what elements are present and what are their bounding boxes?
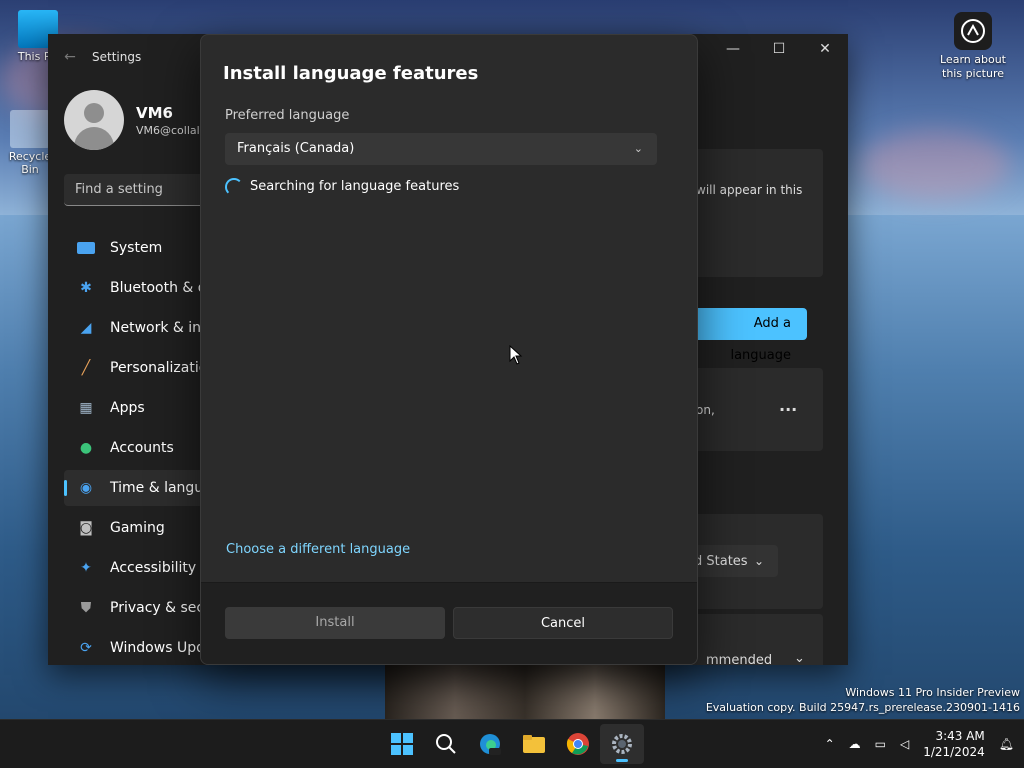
folder-icon bbox=[523, 735, 545, 753]
status-text: Searching for language features bbox=[250, 179, 460, 194]
edge-icon bbox=[480, 734, 501, 755]
sidebar-item-label: System bbox=[110, 240, 163, 256]
card-description: will appear in this bbox=[696, 183, 803, 197]
chevron-down-icon[interactable]: ⌄ bbox=[794, 651, 805, 665]
network-icon[interactable]: ▭ bbox=[875, 737, 886, 751]
bluetooth-icon: ✱ bbox=[80, 280, 92, 296]
recycle-bin-icon bbox=[10, 110, 50, 148]
choose-different-language-link[interactable]: Choose a different language bbox=[226, 542, 410, 557]
avatar bbox=[64, 90, 124, 150]
sidebar-item-label: Time & langua bbox=[110, 480, 212, 496]
install-language-dialog: Install language features Preferred lang… bbox=[200, 34, 698, 665]
notification-bell-icon[interactable]: 🔔︎ bbox=[999, 737, 1014, 751]
build-watermark: Windows 11 Pro Insider Preview Evaluatio… bbox=[706, 685, 1020, 715]
sidebar-item-label: Gaming bbox=[110, 520, 165, 536]
start-button[interactable] bbox=[380, 724, 424, 764]
loading-spinner-icon bbox=[225, 178, 243, 196]
search-icon bbox=[436, 734, 456, 754]
clock-date: 1/21/2024 bbox=[923, 745, 985, 759]
maximize-icon[interactable]: ☐ bbox=[756, 34, 802, 64]
sidebar-item-label: Windows Upda bbox=[110, 640, 214, 656]
user-name: VM6 bbox=[136, 103, 173, 122]
window-controls: — ☐ ✕ bbox=[710, 34, 848, 64]
sidebar-item-label: Accounts bbox=[110, 440, 174, 456]
taskbar: ⌃ ☁ ▭ ◁ 3:43 AM 1/21/2024 🔔︎ bbox=[0, 719, 1024, 768]
chrome-button[interactable] bbox=[556, 724, 600, 764]
dialog-title: Install language features bbox=[223, 63, 479, 84]
add-language-button[interactable]: Add a language bbox=[692, 308, 807, 363]
learn-about-picture[interactable]: Learn about this picture bbox=[938, 12, 1008, 81]
sidebar-item-label: Apps bbox=[110, 400, 145, 416]
cloud-offline-icon[interactable]: ☁ bbox=[849, 737, 861, 751]
search-button[interactable] bbox=[424, 724, 468, 764]
language-dropdown-value: Français (Canada) bbox=[237, 141, 355, 156]
wallpaper-cloud bbox=[860, 130, 1010, 200]
person-icon: ● bbox=[79, 440, 93, 456]
install-button[interactable]: Install bbox=[225, 607, 445, 639]
brush-icon: ╱ bbox=[81, 360, 91, 376]
windows-icon bbox=[391, 733, 413, 755]
user-profile[interactable]: VM6 VM6@collal bbox=[64, 90, 200, 150]
file-explorer-button[interactable] bbox=[512, 724, 556, 764]
apps-icon: ▦ bbox=[79, 400, 93, 416]
system-tray: ⌃ ☁ ▭ ◁ 3:43 AM 1/21/2024 🔔︎ bbox=[811, 720, 1014, 768]
monitor-icon bbox=[76, 239, 96, 257]
cancel-button[interactable]: Cancel bbox=[453, 607, 673, 639]
window-title: Settings bbox=[92, 50, 142, 64]
sidebar-item-label: Accessibility bbox=[110, 560, 197, 576]
wifi-icon: ◢ bbox=[80, 320, 92, 336]
volume-muted-icon[interactable]: ◁ bbox=[900, 737, 909, 751]
wallpaper-pier bbox=[385, 660, 665, 720]
minimize-icon[interactable]: — bbox=[710, 34, 756, 64]
user-email: VM6@collal bbox=[136, 123, 200, 137]
watermark-line-1: Windows 11 Pro Insider Preview bbox=[845, 686, 1020, 699]
settings-taskbar-button[interactable] bbox=[600, 724, 644, 764]
camera-icon bbox=[954, 12, 992, 50]
shield-icon: ⛊ bbox=[80, 600, 92, 616]
update-icon: ⟳ bbox=[80, 640, 92, 656]
chrome-icon bbox=[566, 733, 589, 755]
chevron-up-icon[interactable]: ⌃ bbox=[825, 737, 835, 751]
learn-line-1: Learn about bbox=[940, 53, 1006, 66]
close-icon[interactable]: ✕ bbox=[802, 34, 848, 64]
language-item-text: on, bbox=[696, 403, 715, 417]
language-dropdown[interactable]: Français (Canada) ⌄ bbox=[225, 133, 657, 165]
accessibility-icon: ✦ bbox=[80, 560, 92, 576]
preferred-language-label: Preferred language bbox=[225, 108, 350, 123]
format-value: mmended bbox=[706, 653, 773, 665]
gear-icon bbox=[612, 734, 632, 754]
clock-time: 3:43 AM bbox=[935, 729, 985, 743]
mouse-cursor-icon bbox=[509, 345, 523, 365]
globe-clock-icon: ◉ bbox=[79, 480, 93, 496]
back-arrow-icon[interactable]: ← bbox=[48, 49, 92, 65]
clock[interactable]: 3:43 AM 1/21/2024 bbox=[923, 728, 985, 760]
region-value: d States bbox=[694, 554, 748, 569]
more-options-icon[interactable]: ··· bbox=[779, 400, 797, 419]
learn-line-2: this picture bbox=[942, 67, 1004, 80]
chevron-down-icon: ⌄ bbox=[633, 142, 643, 155]
controller-icon: ◙ bbox=[79, 520, 93, 536]
edge-button[interactable] bbox=[468, 724, 512, 764]
chevron-down-icon: ⌄ bbox=[754, 554, 765, 568]
dialog-footer: Install Cancel bbox=[201, 582, 697, 664]
watermark-line-2: Evaluation copy. Build 25947.rs_prerelea… bbox=[705, 701, 1020, 714]
